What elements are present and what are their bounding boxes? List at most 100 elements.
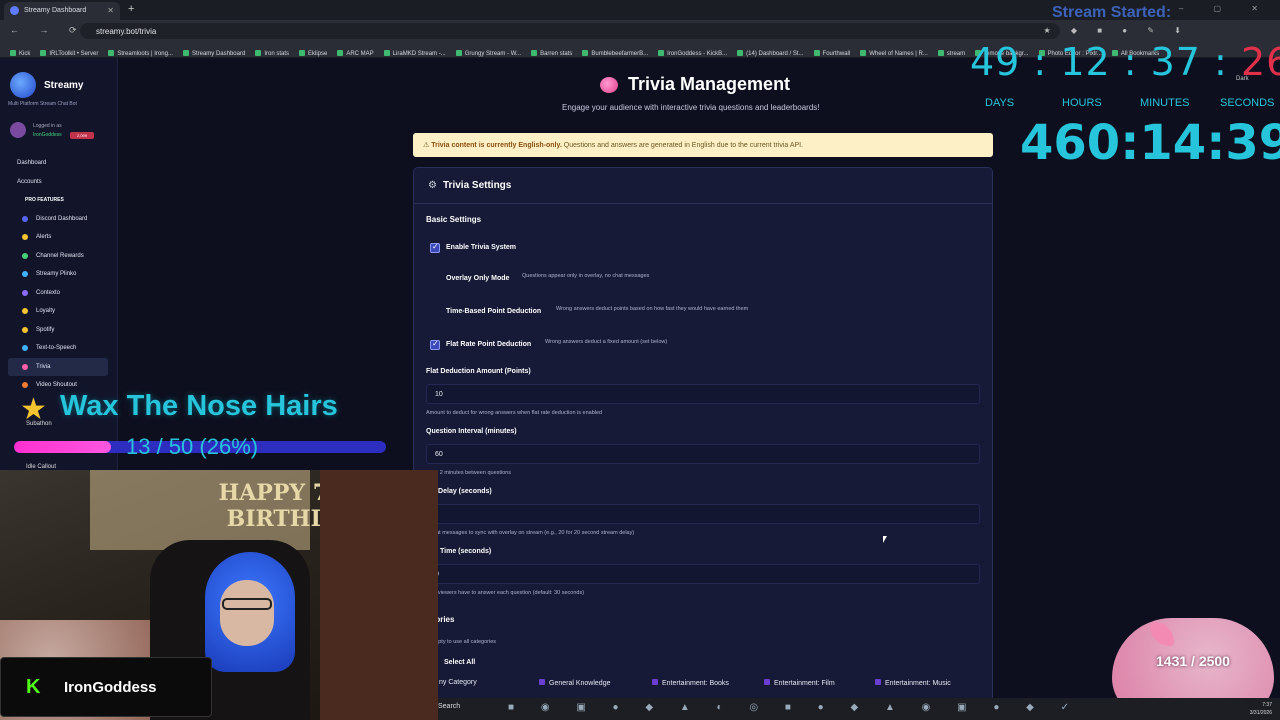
checkbox-label[interactable]: Enable Trivia System xyxy=(446,244,516,251)
sidebar-item-streamy-plinko[interactable]: Streamy Plinko xyxy=(0,265,118,284)
bookmark-item[interactable]: IronGoddess - KickB... xyxy=(658,50,727,57)
avatar[interactable] xyxy=(10,122,26,138)
category-label: General Knowledge xyxy=(549,680,611,687)
bookmark-favicon-icon xyxy=(860,50,867,56)
answer-time-help: long viewers have to answer each questio… xyxy=(426,590,585,596)
checkbox[interactable] xyxy=(430,274,440,284)
sidebar-item-discord-dashboard[interactable]: Discord Dashboard xyxy=(0,210,118,229)
sidebar-section-pro-features: PRO FEATURES xyxy=(0,191,118,210)
category-checkbox[interactable] xyxy=(764,679,770,685)
window-controls[interactable]: – ▢ ✕ xyxy=(1179,4,1272,13)
flat-deduction-input[interactable]: 10 xyxy=(426,384,980,404)
contexto-icon xyxy=(22,289,28,296)
bookmark-item[interactable]: Grungy Stream - W... xyxy=(455,50,521,57)
sidebar-item-label: Channel Rewards xyxy=(36,252,84,259)
checkbox[interactable] xyxy=(430,339,440,350)
sidebar-item-text-to-speech[interactable]: Text-to-Speech xyxy=(0,339,118,358)
stream-delay-help: y chat messages to sync with overlay on … xyxy=(426,530,635,536)
category-checkbox[interactable] xyxy=(539,679,545,685)
user-badge: 2,099 xyxy=(70,132,94,139)
category-label: Entertainment: Film xyxy=(774,680,835,687)
bookmark-item[interactable]: stream xyxy=(937,50,965,57)
streamy-favicon-icon xyxy=(10,6,19,15)
countdown-timer: 49 : 12 : 37 : 26 xyxy=(970,40,1280,84)
gear-icon: ⚙ xyxy=(428,180,437,191)
checkbox[interactable] xyxy=(430,307,440,317)
bookmark-label: Kick xyxy=(19,51,31,57)
goal-progress-text: 13 / 50 (26%) xyxy=(126,434,259,459)
bookmark-item[interactable]: (14) Dashboard / St... xyxy=(737,50,804,57)
bookmark-item[interactable]: Barren stats xyxy=(531,50,572,57)
checkbox-label[interactable]: Time-Based Point Deduction xyxy=(446,308,541,315)
sidebar-item-dashboard[interactable]: Dashboard xyxy=(0,154,118,173)
category-label: ny Category xyxy=(439,679,477,686)
category-checkbox[interactable] xyxy=(875,679,881,685)
sidebar-item-alerts[interactable]: Alerts xyxy=(0,228,118,247)
bookmark-label: IronGoddess - KickB... xyxy=(667,51,728,57)
bookmark-item[interactable]: ARC MAP xyxy=(337,50,374,57)
checkbox[interactable] xyxy=(430,242,440,253)
sidebar-item-spotify[interactable]: Spotify xyxy=(0,321,118,340)
checkbox-label[interactable]: Overlay Only Mode xyxy=(446,275,509,282)
bookmark-item[interactable]: Streamy Dashboard xyxy=(182,50,245,57)
question-interval-input[interactable]: 60 xyxy=(426,444,980,464)
select-all-button[interactable]: Select All xyxy=(444,659,488,673)
new-tab-button[interactable]: + xyxy=(128,3,134,15)
bookmark-favicon-icon xyxy=(108,50,115,56)
extension-icons[interactable]: ★ ◆ ■ ● ✎ ⬇ xyxy=(1043,26,1190,35)
setting-time-based-point-deduction: Time-Based Point Deduction Wrong answers … xyxy=(426,306,986,321)
bookmark-label: Fourthwall xyxy=(822,51,851,57)
bookmark-item[interactable]: Eklipse xyxy=(299,50,327,57)
bookmark-item[interactable]: Streamloots | Irong... xyxy=(108,50,173,57)
bookmark-item[interactable]: Kick xyxy=(10,50,30,57)
cam-glasses xyxy=(222,598,272,610)
url-field[interactable]: streamy.bot/trivia xyxy=(80,23,1060,39)
bookmark-item[interactable]: IRLToolkit • Server xyxy=(40,50,98,57)
bookmark-favicon-icon xyxy=(813,50,820,56)
checkbox-description: Wrong answers deduct points based on how… xyxy=(556,306,749,312)
bookmark-item[interactable]: Fourthwall xyxy=(813,50,851,57)
bookmark-favicon-icon xyxy=(582,50,589,56)
sidebar-item-contexto[interactable]: Contexto xyxy=(0,284,118,303)
close-tab-icon[interactable]: ✕ xyxy=(107,6,114,15)
sidebar-item-accounts[interactable]: Accounts xyxy=(0,173,118,192)
bookmark-item[interactable]: BumblebeefarmerB... xyxy=(582,50,648,57)
kick-logo-icon: K xyxy=(26,676,41,698)
countdown-unit-label: DAYS xyxy=(985,97,1015,109)
taskbar-app-icons[interactable]: ■ ◉ ▣ ● ◆ ▲ ◐ ◎ ■ ● ◆ ▲ ◉ ▣ ● ◆ ✓ xyxy=(508,702,1081,713)
category-checkbox[interactable] xyxy=(652,679,658,685)
checkbox-description: Questions appear only in overlay, no cha… xyxy=(522,273,650,279)
answer-time-input[interactable]: 0 xyxy=(426,564,980,584)
bookmark-label: Wheel of Names | R... xyxy=(869,51,928,57)
checkbox-label[interactable]: Flat Rate Point Deduction xyxy=(446,341,531,348)
bookmark-label: Streamloots | Irong... xyxy=(117,51,173,57)
taskbar: Search ■ ◉ ▣ ● ◆ ▲ ◐ ◎ ■ ● ◆ ▲ ◉ ▣ ● ◆ ✓… xyxy=(438,698,1280,720)
category-option[interactable]: Entertainment: Music xyxy=(875,679,951,687)
taskbar-search[interactable]: Search xyxy=(438,703,460,710)
page-subtitle: Engage your audience with interactive tr… xyxy=(562,103,820,112)
countdown-unit-label: HOURS xyxy=(1062,97,1102,109)
category-option[interactable]: General Knowledge xyxy=(539,679,611,687)
cam-door xyxy=(320,470,438,720)
bookmark-favicon-icon xyxy=(383,50,390,56)
sidebar-item-loyalty[interactable]: Loyalty xyxy=(0,302,118,321)
bookmark-favicon-icon xyxy=(299,50,305,56)
streamy-logo-icon xyxy=(10,72,36,98)
sidebar-item-trivia[interactable]: Trivia xyxy=(8,357,108,376)
question-interval-label: Question Interval (minutes) xyxy=(426,428,517,435)
stream-delay-input[interactable] xyxy=(426,504,980,524)
sidebar-item-channel-rewards[interactable]: Channel Rewards xyxy=(0,247,118,266)
bookmark-item[interactable]: Iron stats xyxy=(255,50,289,57)
setting-overlay-only-mode: Overlay Only Mode Questions appear only i… xyxy=(426,273,986,288)
bookmark-favicon-icon xyxy=(255,50,262,56)
category-option[interactable]: Entertainment: Film xyxy=(764,679,835,687)
address-bar-row: ← → ⟳ ⌂ streamy.bot/trivia ★ ◆ ■ ● ✎ ⬇ xyxy=(0,20,1280,42)
browser-tab[interactable]: Streamy Dashboard ✕ xyxy=(4,2,120,20)
category-option[interactable]: ny Category xyxy=(439,679,477,686)
bookmark-item[interactable]: Wheel of Names | R... xyxy=(860,50,928,57)
warning-text: Questions and answers are generated in E… xyxy=(563,142,804,149)
discord-dashboard-icon xyxy=(22,215,28,222)
category-option[interactable]: Entertainment: Books xyxy=(652,679,729,687)
dark-mode-toggle[interactable]: Dark xyxy=(1236,76,1249,82)
bookmark-item[interactable]: LiraMKD Stream -... xyxy=(383,50,446,57)
